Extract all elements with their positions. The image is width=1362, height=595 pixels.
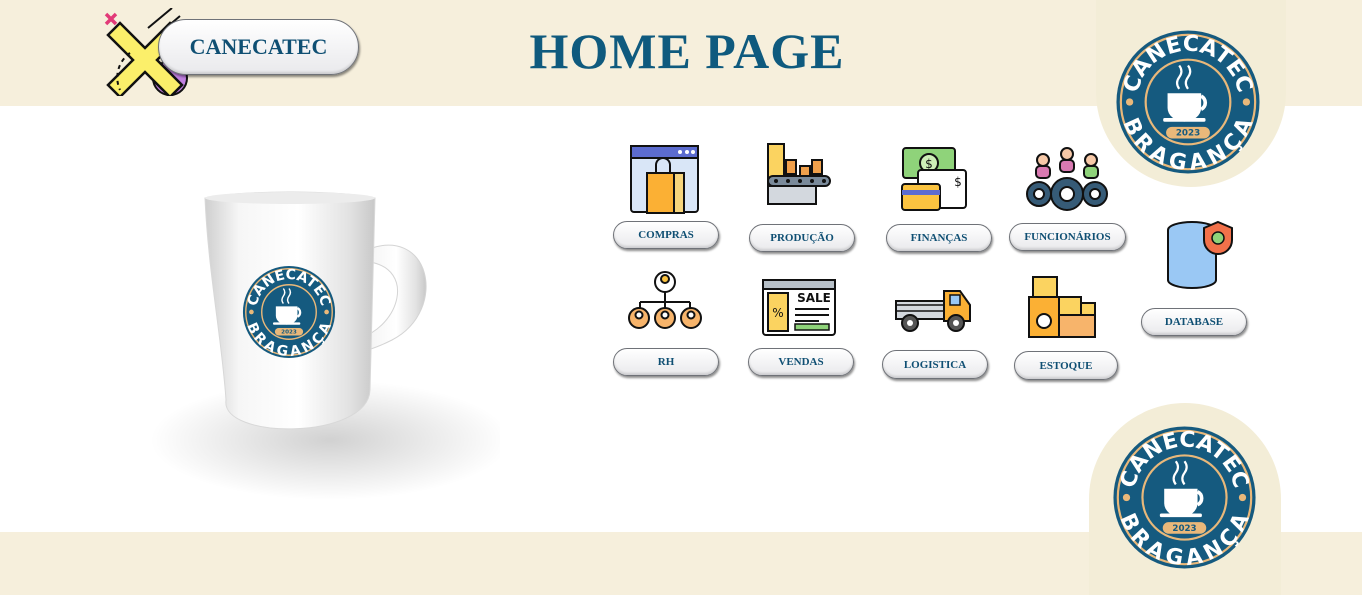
database-shield-icon [1167, 220, 1233, 289]
money-card-check-icon: $ $ [901, 147, 967, 211]
producao-button[interactable]: PRODUÇÃO [749, 224, 855, 252]
org-chart-icon [628, 271, 702, 329]
funcionarios-button[interactable]: FUNCIONÁRIOS [1009, 223, 1126, 251]
people-gears-icon [1026, 147, 1108, 211]
financas-button[interactable]: FINANÇAS [886, 224, 992, 252]
shopping-bag-browser-icon [630, 145, 699, 214]
logo-seal-top [1114, 29, 1262, 175]
rh-button[interactable]: RH [613, 348, 719, 376]
svg-text:%: % [772, 306, 783, 320]
mug-image [150, 191, 500, 500]
sale-webpage-icon: % SALE [762, 279, 836, 336]
estoque-button[interactable]: ESTOQUE [1014, 351, 1118, 380]
stock-boxes-icon [1028, 276, 1096, 338]
logo-seal-bottom [1111, 425, 1258, 570]
svg-text:$: $ [954, 175, 962, 189]
logistica-button[interactable]: LOGISTICA [882, 350, 988, 379]
vendas-button[interactable]: VENDAS [748, 348, 854, 376]
svg-text:SALE: SALE [797, 291, 831, 305]
compras-button[interactable]: COMPRAS [613, 221, 719, 249]
delivery-truck-icon [895, 290, 971, 332]
svg-text:$: $ [925, 157, 933, 171]
factory-conveyor-icon [767, 143, 831, 205]
database-button[interactable]: DATABASE [1141, 308, 1247, 336]
